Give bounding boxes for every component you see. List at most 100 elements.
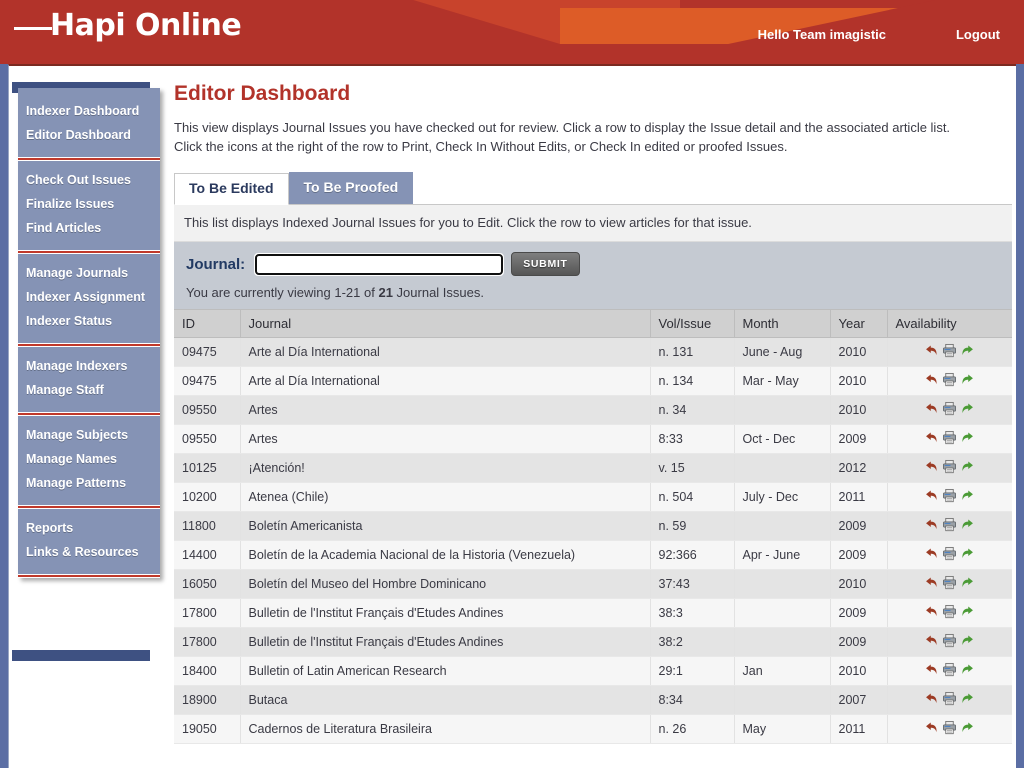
check-in-without-edits-icon[interactable]	[924, 372, 939, 387]
journal-search-row: Journal: SUBMIT	[186, 252, 1012, 276]
tab-to-be-edited[interactable]: To Be Edited	[174, 173, 289, 205]
column-header-availability[interactable]: Availability	[887, 309, 1012, 338]
check-in-without-edits-icon[interactable]	[924, 517, 939, 532]
print-icon[interactable]	[942, 691, 957, 706]
table-row[interactable]: 09475 Arte al Día International n. 131 J…	[174, 337, 1012, 367]
check-in-without-edits-icon[interactable]	[924, 720, 939, 735]
check-in-edited-icon[interactable]	[960, 343, 975, 358]
check-in-without-edits-icon[interactable]	[924, 488, 939, 503]
cell-id: 10200	[174, 482, 241, 512]
sidebar-item-manage-staff[interactable]: Manage Staff	[18, 378, 160, 402]
check-in-without-edits-icon[interactable]	[924, 662, 939, 677]
check-in-edited-icon[interactable]	[960, 633, 975, 648]
sidebar-divider	[18, 574, 160, 578]
table-row[interactable]: 18900 Butaca 8:34 2007	[174, 685, 1012, 715]
print-icon[interactable]	[942, 633, 957, 648]
check-in-edited-icon[interactable]	[960, 720, 975, 735]
column-header-month[interactable]: Month	[734, 309, 831, 338]
tab-description: This list displays Indexed Journal Issue…	[174, 205, 1012, 242]
sidebar-item-manage-patterns[interactable]: Manage Patterns	[18, 471, 160, 495]
check-in-without-edits-icon[interactable]	[924, 430, 939, 445]
print-icon[interactable]	[942, 401, 957, 416]
check-in-edited-icon[interactable]	[960, 401, 975, 416]
print-icon[interactable]	[942, 575, 957, 590]
sidebar-item-reports[interactable]: Reports	[18, 516, 160, 540]
check-in-without-edits-icon[interactable]	[924, 691, 939, 706]
table-row[interactable]: 14400 Boletín de la Academia Nacional de…	[174, 540, 1012, 570]
column-header-id[interactable]: ID	[174, 309, 241, 338]
check-in-edited-icon[interactable]	[960, 459, 975, 474]
sidebar-item-links-and-resources[interactable]: Links & Resources	[18, 540, 160, 564]
check-in-edited-icon[interactable]	[960, 662, 975, 677]
check-in-without-edits-icon[interactable]	[924, 604, 939, 619]
cell-id: 17800	[174, 598, 241, 628]
print-icon[interactable]	[942, 459, 957, 474]
table-row[interactable]: 18400 Bulletin of Latin American Researc…	[174, 656, 1012, 686]
check-in-without-edits-icon[interactable]	[924, 401, 939, 416]
check-in-edited-icon[interactable]	[960, 430, 975, 445]
sidebar-item-manage-journals[interactable]: Manage Journals	[18, 261, 160, 285]
check-in-without-edits-icon[interactable]	[924, 575, 939, 590]
check-in-edited-icon[interactable]	[960, 546, 975, 561]
print-icon[interactable]	[942, 343, 957, 358]
cell-id: 11800	[174, 511, 241, 541]
print-icon[interactable]	[942, 720, 957, 735]
table-row[interactable]: 16050 Boletín del Museo del Hombre Domin…	[174, 569, 1012, 599]
table-row[interactable]: 10200 Atenea (Chile) n. 504 July - Dec 2…	[174, 482, 1012, 512]
check-in-edited-icon[interactable]	[960, 488, 975, 503]
cell-month: June - Aug	[734, 337, 831, 367]
table-row[interactable]: 10125 ¡Atención! v. 15 2012	[174, 453, 1012, 483]
sidebar-item-indexer-assignment[interactable]: Indexer Assignment	[18, 285, 160, 309]
check-in-edited-icon[interactable]	[960, 517, 975, 532]
print-icon[interactable]	[942, 372, 957, 387]
print-icon[interactable]	[942, 488, 957, 503]
column-header-year[interactable]: Year	[830, 309, 888, 338]
print-icon[interactable]	[942, 662, 957, 677]
sidebar-item-manage-subjects[interactable]: Manage Subjects	[18, 423, 160, 447]
cell-id: 09475	[174, 366, 241, 396]
print-icon[interactable]	[942, 604, 957, 619]
sidebar-item-check-out-issues[interactable]: Check Out Issues	[18, 168, 160, 192]
table-row[interactable]: 09550 Artes 8:33 Oct - Dec 2009	[174, 424, 1012, 454]
column-header-vol-issue[interactable]: Vol/Issue	[650, 309, 735, 338]
sidebar-item-indexer-dashboard[interactable]: Indexer Dashboard	[18, 99, 160, 123]
site-logo[interactable]: Hapi Online	[14, 10, 242, 42]
logout-link[interactable]: Logout	[956, 27, 1000, 42]
intro-text-line-1: This view displays Journal Issues you ha…	[174, 120, 951, 135]
page-root: Hapi Online Hello Team imagistic Logout …	[0, 0, 1024, 768]
cell-vol-issue: 92:366	[650, 540, 735, 570]
sidebar-item-manage-names[interactable]: Manage Names	[18, 447, 160, 471]
cell-vol-issue: 38:3	[650, 598, 735, 628]
check-in-edited-icon[interactable]	[960, 372, 975, 387]
table-row[interactable]: 17800 Bulletin de l'Institut Français d'…	[174, 627, 1012, 657]
check-in-without-edits-icon[interactable]	[924, 546, 939, 561]
print-icon[interactable]	[942, 546, 957, 561]
sidebar-item-find-articles[interactable]: Find Articles	[18, 216, 160, 240]
cell-vol-issue: v. 15	[650, 453, 735, 483]
print-icon[interactable]	[942, 430, 957, 445]
check-in-edited-icon[interactable]	[960, 604, 975, 619]
column-header-journal[interactable]: Journal	[240, 309, 651, 338]
sidebar-item-finalize-issues[interactable]: Finalize Issues	[18, 192, 160, 216]
print-icon[interactable]	[942, 517, 957, 532]
sidebar-item-indexer-status[interactable]: Indexer Status	[18, 309, 160, 333]
availability-icon-group	[924, 517, 975, 532]
sidebar-item-editor-dashboard[interactable]: Editor Dashboard	[18, 123, 160, 147]
table-row[interactable]: 19050 Cadernos de Literatura Brasileira …	[174, 714, 1012, 744]
cell-year: 2010	[830, 656, 888, 686]
check-in-without-edits-icon[interactable]	[924, 633, 939, 648]
table-row[interactable]: 11800 Boletín Americanista n. 59 2009	[174, 511, 1012, 541]
availability-icon-group	[924, 691, 975, 706]
check-in-edited-icon[interactable]	[960, 575, 975, 590]
table-row[interactable]: 17800 Bulletin de l'Institut Français d'…	[174, 598, 1012, 628]
cell-vol-issue: n. 131	[650, 337, 735, 367]
submit-button[interactable]: SUBMIT	[511, 252, 580, 276]
journal-search-input[interactable]	[254, 252, 505, 276]
check-in-without-edits-icon[interactable]	[924, 459, 939, 474]
sidebar-item-manage-indexers[interactable]: Manage Indexers	[18, 354, 160, 378]
table-row[interactable]: 09475 Arte al Día International n. 134 M…	[174, 366, 1012, 396]
check-in-without-edits-icon[interactable]	[924, 343, 939, 358]
tab-to-be-proofed[interactable]: To Be Proofed	[288, 172, 414, 204]
check-in-edited-icon[interactable]	[960, 691, 975, 706]
table-row[interactable]: 09550 Artes n. 34 2010	[174, 395, 1012, 425]
